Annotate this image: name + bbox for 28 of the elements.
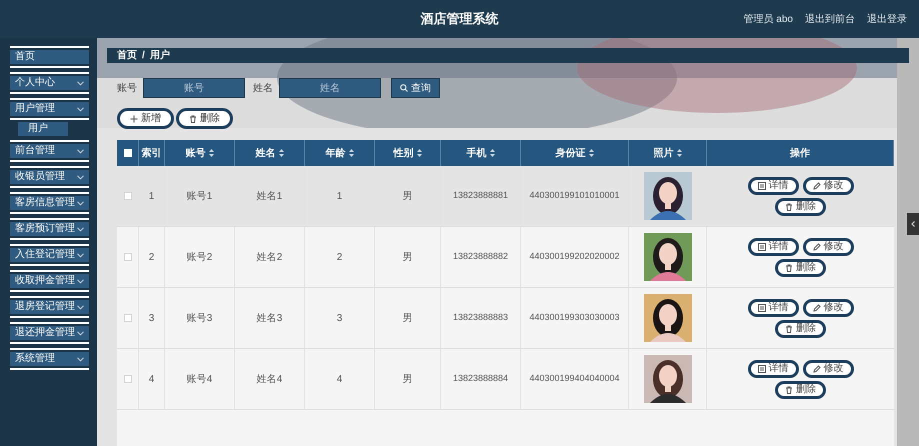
sidebar-item[interactable]: 用户管理: [10, 102, 89, 116]
sidebar-item[interactable]: 前台管理: [10, 144, 89, 158]
chevron-down-icon: [77, 330, 84, 336]
chevron-down-icon: [77, 356, 84, 362]
sidebar-item[interactable]: 收取押金管理: [10, 274, 89, 288]
chevron-down-icon: [77, 148, 84, 154]
header-link[interactable]: 退出登录: [867, 12, 907, 26]
sidebar-item[interactable]: 收银员管理: [10, 170, 89, 184]
chevron-down-icon: [77, 226, 84, 232]
header-link[interactable]: 退出到前台: [805, 12, 855, 26]
sidebar-item[interactable]: 退房登记管理: [10, 300, 89, 314]
chevron-down-icon: [77, 200, 84, 206]
chevron-down-icon: [77, 304, 84, 310]
sidebar-item[interactable]: 入住登记管理: [10, 248, 89, 262]
sidebar-item[interactable]: 个人中心: [10, 76, 89, 90]
sidebar-item[interactable]: 首页: [10, 50, 89, 64]
sidebar-item[interactable]: 退还押金管理: [10, 326, 89, 340]
user-label: 管理员 abo: [744, 12, 793, 26]
sidebar-item[interactable]: 系统管理: [10, 352, 89, 366]
submenu-item[interactable]: 用户: [18, 122, 68, 136]
chevron-down-icon: [77, 80, 84, 86]
chevron-down-icon: [77, 252, 84, 258]
chevron-down-icon: [77, 278, 84, 284]
sidebar-item[interactable]: 客房预订管理: [10, 222, 89, 236]
sidebar-item[interactable]: 客房信息管理: [10, 196, 89, 210]
app-title: 酒店管理系统: [420, 10, 498, 28]
chevron-down-icon: [77, 174, 84, 180]
chevron-down-icon: [77, 106, 84, 112]
